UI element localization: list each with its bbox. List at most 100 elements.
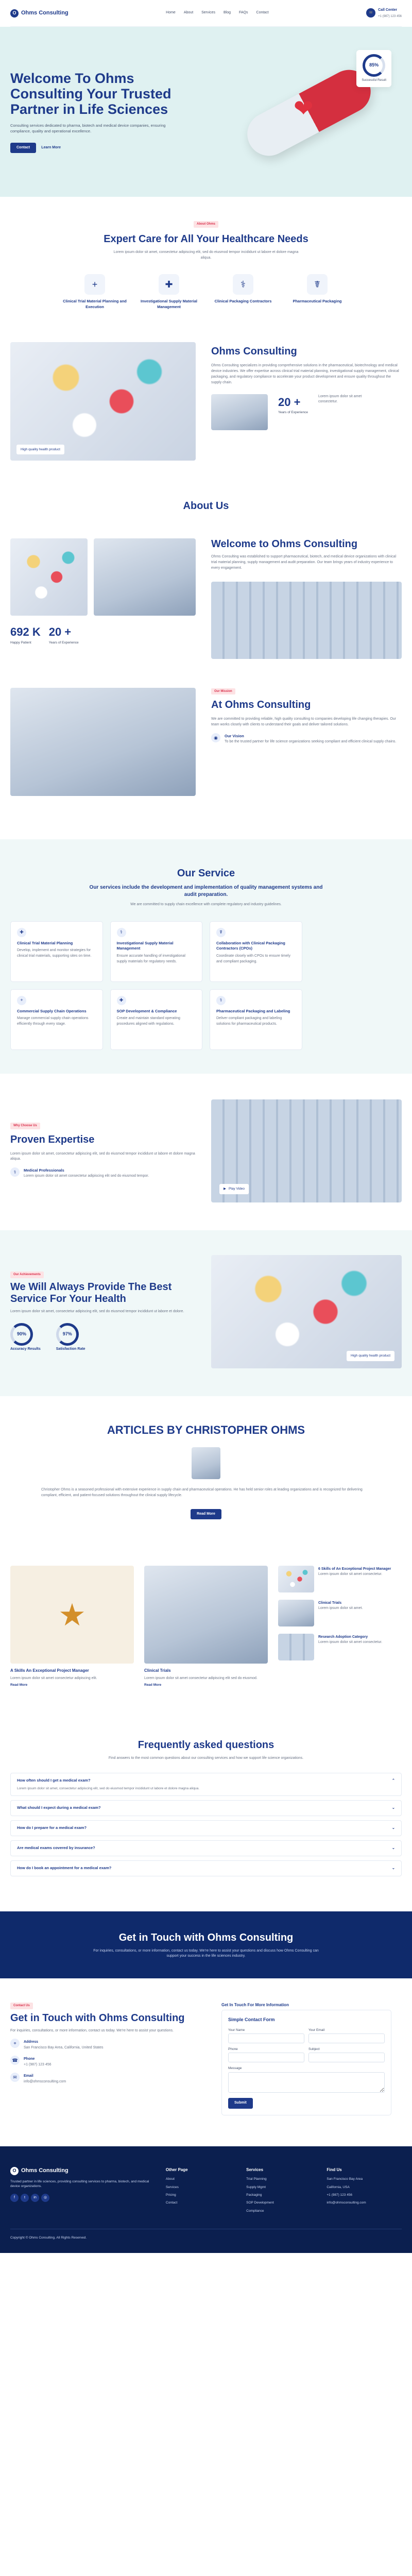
- plus-icon: ✚: [17, 927, 26, 937]
- care-card-label: Pharmaceutical Packaging: [293, 299, 342, 304]
- service-card[interactable]: ☤ Collaboration with Clinical Packaging C…: [210, 921, 302, 982]
- faq-item[interactable]: How do I prepare for a medical exam? ⌄: [10, 1820, 402, 1837]
- email-value[interactable]: info@ohmsconsulting.com: [24, 2079, 66, 2085]
- linkedin-icon[interactable]: in: [31, 2194, 39, 2202]
- footer-link[interactable]: Supply Mgmt: [246, 2185, 311, 2190]
- service-card[interactable]: ⚕ Pharmaceutical Packaging and Labeling De…: [210, 989, 302, 1050]
- play-video-button[interactable]: ▶ Play Video: [219, 1184, 249, 1194]
- footer-find-item[interactable]: info@ohmsconsulting.com: [327, 2200, 402, 2205]
- proven-title: Proven Expertise: [10, 1133, 95, 1145]
- faq-item[interactable]: How do I book an appointment for a medic…: [10, 1860, 402, 1876]
- nav-link-home[interactable]: Home: [166, 10, 176, 15]
- form-heading: Get In Touch For More Information: [221, 2002, 289, 2007]
- read-more-button[interactable]: Read More: [191, 1509, 221, 1520]
- submit-button[interactable]: Submit: [228, 2098, 253, 2109]
- blog-read-more[interactable]: Read More: [144, 1683, 161, 1687]
- subject-label: Subject: [308, 2047, 320, 2051]
- nav-link-faqs[interactable]: FAQs: [239, 10, 248, 15]
- care-card-label: Clinical Trial Material Planning and Exe…: [63, 299, 127, 310]
- blog-read-more[interactable]: Read More: [10, 1683, 27, 1687]
- proven-section: Why Choose Us Proven Expertise Lorem ips…: [0, 1074, 412, 1230]
- footer-link[interactable]: Trial Planning: [246, 2177, 311, 2181]
- subject-field[interactable]: [308, 2053, 385, 2063]
- hero-illustration: ❤ 85% Successful Result: [206, 35, 402, 189]
- facebook-icon[interactable]: f: [10, 2194, 19, 2202]
- service-title: Investigational Supply Material Manageme…: [116, 940, 174, 951]
- service-text: Ensure accurate handling of investigatio…: [116, 954, 185, 964]
- blog-side-title[interactable]: 6 Skills of An Exceptional Project Manag…: [318, 1567, 391, 1571]
- footer-link[interactable]: SOP Development: [246, 2200, 311, 2205]
- services-text: We are committed to supply chain excelle…: [130, 902, 282, 906]
- phone-value[interactable]: +1 (987) 123 456: [24, 2062, 52, 2068]
- care-tag: About Ohms: [194, 221, 218, 228]
- nav-link-contact[interactable]: Contact: [256, 10, 269, 15]
- blog-thumb: [278, 1566, 314, 1593]
- footer-link[interactable]: About: [166, 2177, 231, 2181]
- service-text: Coordinate closely with CPOs to ensure t…: [216, 954, 290, 964]
- footer-link[interactable]: Packaging: [246, 2193, 311, 2197]
- doctor-icon: ⚕: [10, 1167, 20, 1177]
- articles-title: ARTICLES BY CHRISTOPHER OHMS: [107, 1423, 305, 1436]
- name-field[interactable]: [228, 2033, 304, 2043]
- heart-icon: ❤: [294, 95, 314, 122]
- care-card[interactable]: ⚕ Clinical Packaging Contractors: [210, 274, 277, 310]
- nav-link-about[interactable]: About: [184, 10, 193, 15]
- faq-item[interactable]: What should I expect during a medical ex…: [10, 1800, 402, 1817]
- care-card[interactable]: ✚ Investigational Supply Material Managem…: [135, 274, 202, 310]
- years-stat: 20 +: [48, 625, 72, 639]
- service-card[interactable]: ⚕ Investigational Supply Material Managem…: [110, 921, 202, 982]
- footer: O Ohms Consulting Trusted partner in life…: [0, 2146, 412, 2253]
- instagram-icon[interactable]: ◎: [41, 2194, 49, 2202]
- navbar: O Ohms Consulting Home About Services Blo…: [10, 0, 402, 27]
- service-title: SOP Development & Compliance: [116, 1008, 177, 1013]
- hero-section: Welcome To Ohms Consulting Your Trusted …: [0, 27, 412, 197]
- care-card-label: Clinical Packaging Contractors: [214, 299, 272, 304]
- call-center[interactable]: ☎ Call Center +1 (987) 123 456: [366, 8, 402, 19]
- contact-button[interactable]: Contact: [10, 143, 37, 154]
- about-heading: About Us: [0, 481, 412, 534]
- brand-logo[interactable]: O Ohms Consulting: [10, 9, 68, 18]
- nav-link-blog[interactable]: Blog: [224, 10, 231, 15]
- hero-title: Welcome To Ohms Consulting Your Trusted …: [10, 70, 171, 117]
- email-label: Email: [24, 2074, 33, 2078]
- welcome-text: Ohms Consulting was established to suppo…: [211, 555, 397, 570]
- email-field[interactable]: [308, 2033, 385, 2043]
- message-field[interactable]: [228, 2072, 385, 2093]
- pharmacist-image: [94, 538, 196, 616]
- email-field-label: Your Email: [308, 2028, 325, 2032]
- blog-side-title[interactable]: Clinical Trials: [318, 1601, 341, 1605]
- learn-more-link[interactable]: Learn More: [37, 143, 65, 153]
- footer-link[interactable]: Services: [166, 2185, 231, 2190]
- service-card[interactable]: ✚ Clinical Trial Material Planning Develop…: [10, 921, 103, 982]
- nav-link-services[interactable]: Services: [201, 10, 215, 15]
- play-icon: ▶: [224, 1187, 226, 1191]
- faq-answer: Lorem ipsum dolor sit amet, consectetur …: [17, 1786, 200, 1790]
- footer-link[interactable]: Contact: [166, 2200, 231, 2205]
- footer-logo[interactable]: O Ohms Consulting: [10, 2166, 150, 2175]
- cta-title: Get in Touch with Ohms Consulting: [118, 1932, 294, 1944]
- footer-link[interactable]: Compliance: [246, 2209, 311, 2213]
- footer-link[interactable]: Pricing: [166, 2193, 231, 2197]
- blog-post[interactable]: Clinical Trials Lorem ipsum dolor sit am…: [144, 1566, 268, 1687]
- author-photo: [192, 1447, 220, 1480]
- blog-side-title[interactable]: Research Adoption Category: [318, 1635, 368, 1639]
- cta-banner: Get in Touch with Ohms Consulting For in…: [0, 1911, 412, 1978]
- phone-field[interactable]: [228, 2053, 304, 2063]
- care-card[interactable]: ☤ Pharmaceutical Packaging: [284, 274, 351, 310]
- blog-post[interactable]: ★ A Skills An Exceptional Project Manage…: [10, 1566, 134, 1687]
- blog-text: Lorem ipsum dolor sit amet consectetur a…: [10, 1676, 97, 1680]
- faq-item[interactable]: How often should I get a medical exam? ⌃ …: [10, 1773, 402, 1797]
- medical-icon: ⚕: [233, 274, 253, 295]
- feature-text: Lorem ipsum dolor sit amet consectetur a…: [24, 1174, 149, 1178]
- care-card[interactable]: + Clinical Trial Material Planning and Ex…: [61, 274, 128, 310]
- form-title: Simple Contact Form: [228, 2017, 275, 2023]
- footer-find-item[interactable]: +1 (987) 123 456: [327, 2193, 402, 2197]
- years-label: Years of Experience: [48, 641, 79, 645]
- twitter-icon[interactable]: t: [21, 2194, 29, 2202]
- service-card[interactable]: + Commercial Supply Chain Operations Manag…: [10, 989, 103, 1050]
- vision-title: Our Vision: [225, 734, 244, 739]
- service-card[interactable]: ✚ SOP Development & Compliance Create and …: [110, 989, 202, 1050]
- pills-image: High quality health product: [10, 342, 196, 461]
- satisfaction-label: Satisfaction Rate: [56, 1347, 85, 1351]
- faq-item[interactable]: Are medical exams covered by insurance? ⌄: [10, 1840, 402, 1857]
